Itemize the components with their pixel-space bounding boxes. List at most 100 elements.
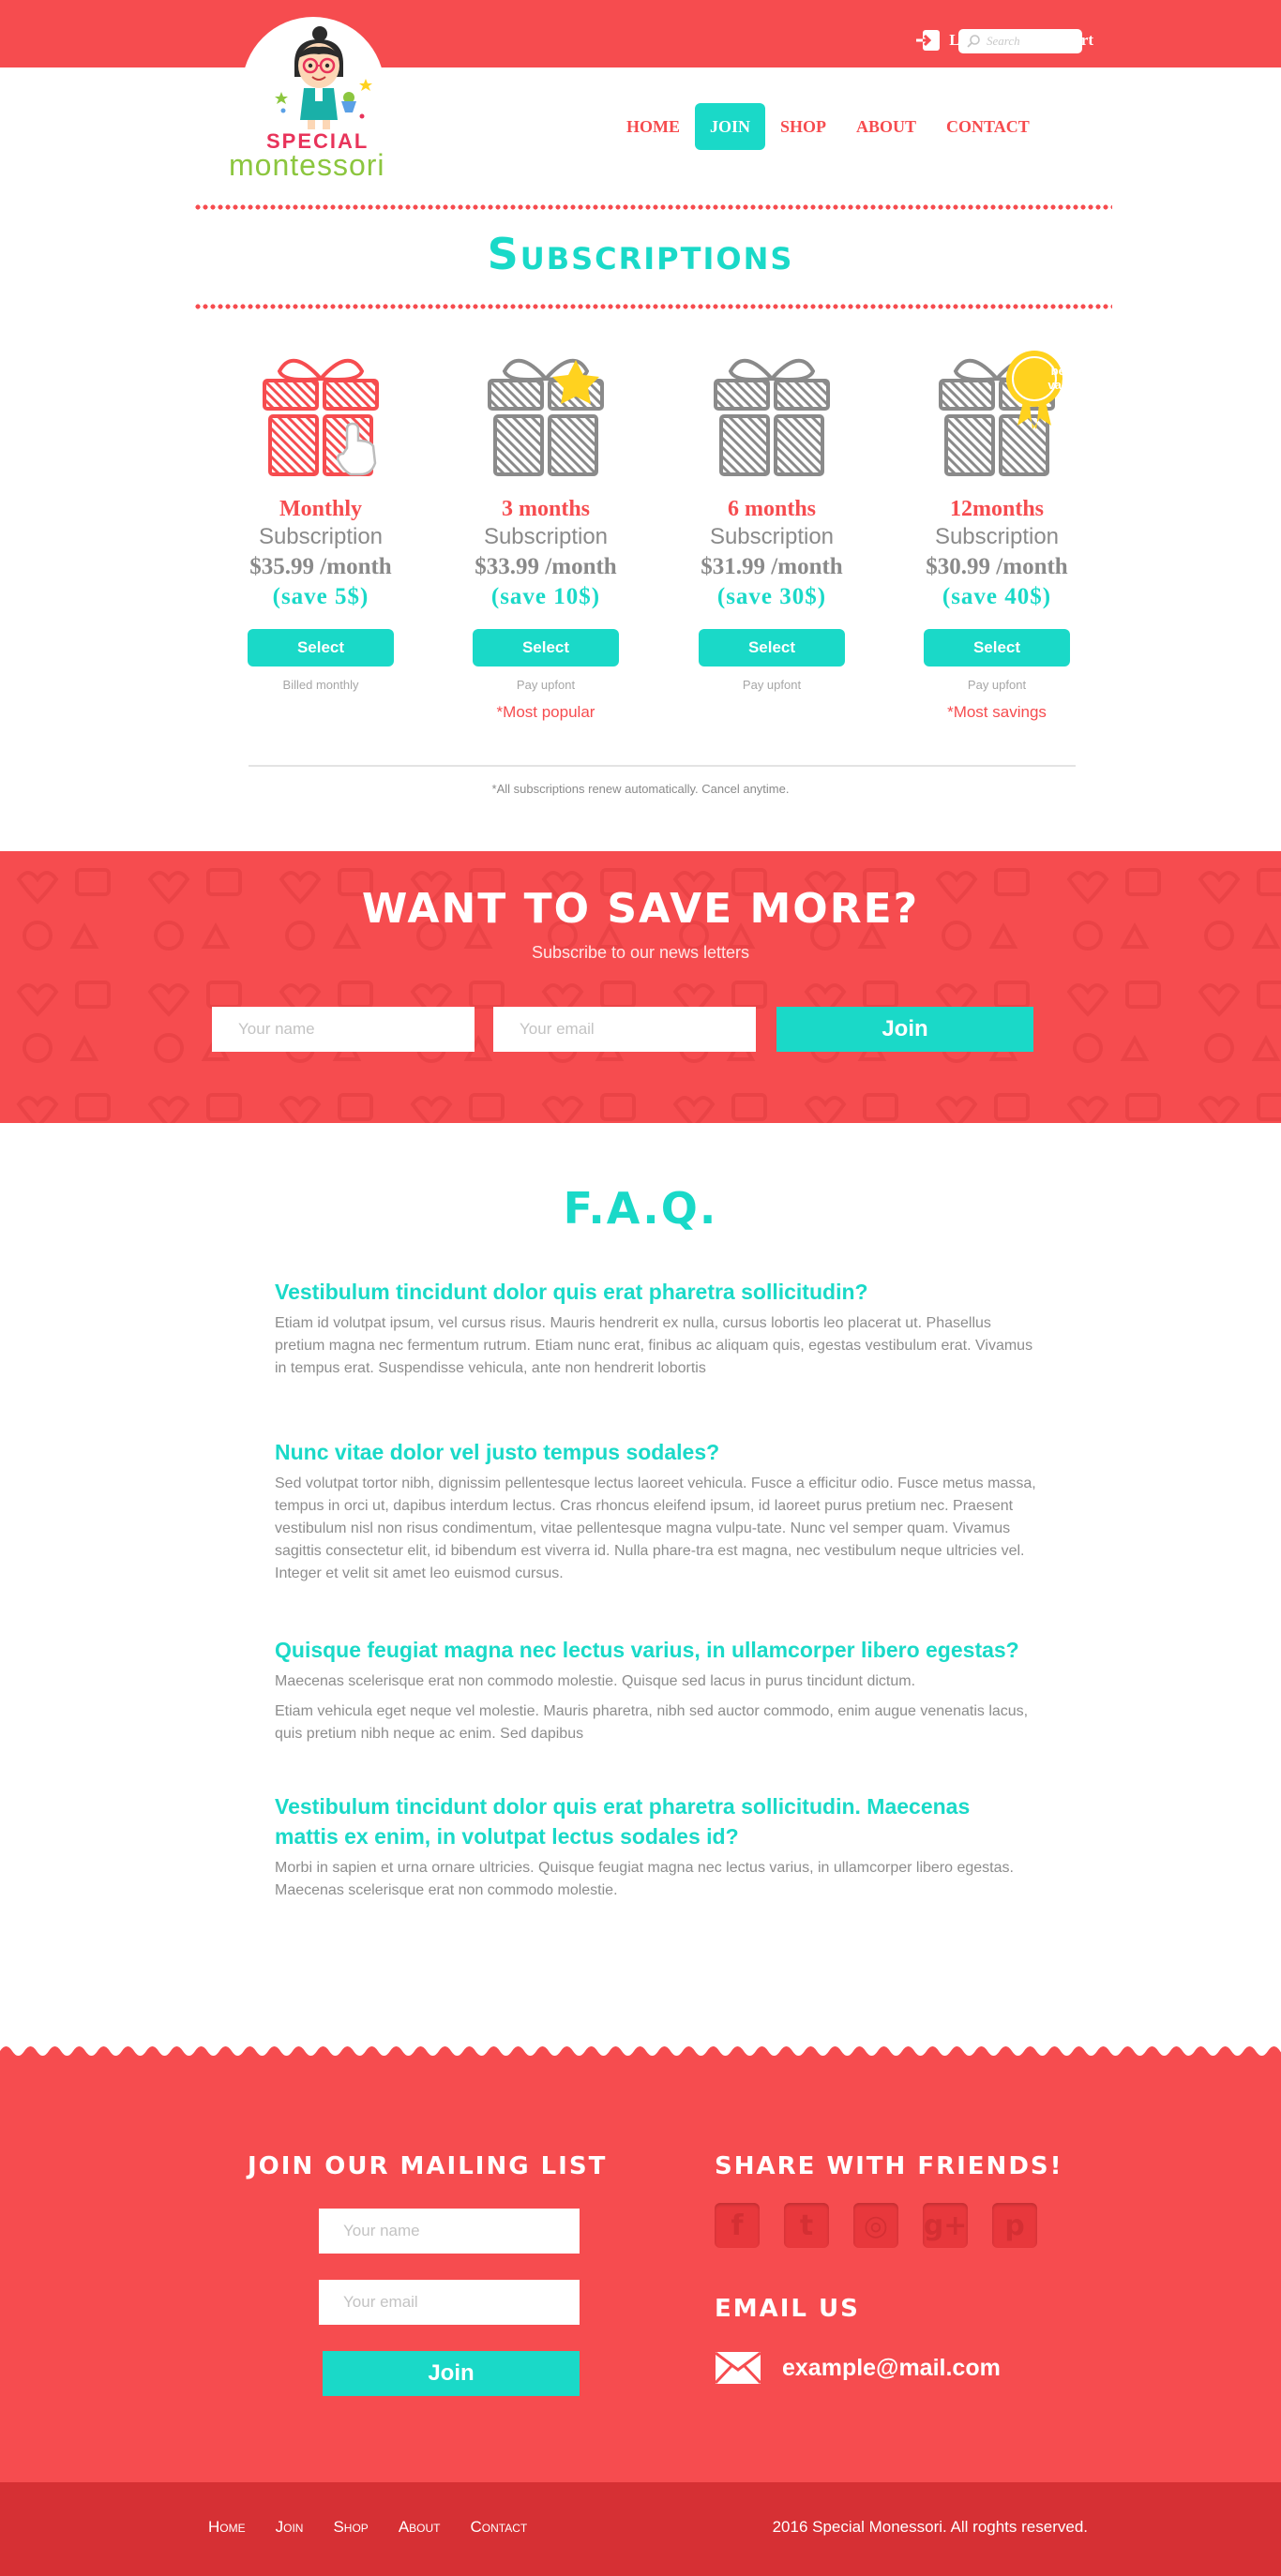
newsletter-band: Want to save more? Subscribe to our news… <box>0 851 1281 1123</box>
plan-subtitle: Subscription <box>709 524 835 549</box>
plans-note: *All subscriptions renew automatically. … <box>491 782 790 796</box>
plan-card: Monthly Subscription $35.99 /month (save… <box>218 337 424 692</box>
search-input[interactable] <box>987 34 1077 49</box>
share-title: Share with friends! <box>715 2152 1063 2180</box>
faq-answer: Sed volutpat tortor nibh, dignissim pell… <box>275 1475 1036 1581</box>
plan-savings: (save 30$) <box>716 584 827 609</box>
search-box <box>958 29 1082 53</box>
plan-savings: (save 40$) <box>942 584 1052 609</box>
faq-item: Vestibulum tincidunt dolor quis erat pha… <box>275 1277 1036 1380</box>
bottom-bar: Home Join Shop About Contact 2016 Specia… <box>0 2482 1281 2576</box>
plan-billing: Pay upfont <box>516 678 576 692</box>
email-link[interactable]: example@mail.com <box>715 2351 1001 2385</box>
faq-question: Vestibulum tincidunt dolor quis erat pha… <box>275 1280 868 1304</box>
email-title: Email us <box>715 2295 860 2323</box>
faq-answer: Morbi in sapien et urna ornare ultricies… <box>275 1860 1014 1898</box>
plan-card: best value 12months Subscription $30.99 … <box>894 337 1100 722</box>
footer-link-shop[interactable]: Shop <box>333 2518 368 2537</box>
plan-name: 3 months <box>501 497 591 521</box>
plan-billing: Pay upfont <box>742 678 802 692</box>
plan-card: 3 months Subscription $33.99 /month (sav… <box>443 337 649 722</box>
faq-item: Vestibulum tincidunt dolor quis erat pha… <box>275 1791 1036 1902</box>
plan-name: 12months <box>949 497 1045 521</box>
plan-billing: Pay upfont <box>967 678 1027 692</box>
select-plan-button[interactable]: Select <box>699 629 845 666</box>
footer-nav: Home Join Shop About Contact <box>208 2518 527 2537</box>
faq-question: Nunc vitae dolor vel justo tempus sodale… <box>275 1440 720 1464</box>
gift-illustration: best value <box>894 337 1100 497</box>
plan-subtitle: Subscription <box>483 524 609 549</box>
faq-title: F.A.Q. <box>563 1183 718 1234</box>
gift-illustration <box>669 337 875 497</box>
plan-price: $33.99 /month <box>475 554 617 579</box>
newsletter-subtitle: Subscribe to our news letters <box>531 943 750 962</box>
plan-price: $30.99 /month <box>926 554 1068 579</box>
copyright: 2016 Special Monessori. All roghts reser… <box>772 2518 1088 2536</box>
plans-divider <box>249 765 1076 767</box>
twitter-icon[interactable]: t <box>784 2203 829 2248</box>
select-plan-button[interactable]: Select <box>248 629 394 666</box>
footer-name-input[interactable] <box>319 2209 580 2254</box>
gift-illustration <box>443 337 649 497</box>
google-plus-icon[interactable]: g+ <box>923 2203 968 2248</box>
facebook-icon[interactable]: f <box>715 2203 760 2248</box>
logo-text-montessori: montessori <box>229 148 385 182</box>
faq-question: Quisque feugiat magna nec lectus varius,… <box>275 1638 1019 1662</box>
plan-name: Monthly <box>279 497 362 521</box>
faq-item: Nunc vitae dolor vel justo tempus sodale… <box>275 1437 1036 1585</box>
newsletter-title: Want to save more? <box>361 885 920 933</box>
faq-question: Vestibulum tincidunt dolor quis erat pha… <box>275 1794 971 1849</box>
newsletter-name-input[interactable] <box>212 1007 475 1052</box>
social-links: f t ◎ g+ p <box>715 2203 1037 2248</box>
instagram-icon[interactable]: ◎ <box>853 2203 898 2248</box>
plan-subtitle: Subscription <box>258 524 384 549</box>
faq-answer: Etiam id volutpat ipsum, vel cursus risu… <box>275 1315 1033 1376</box>
plan-price: $31.99 /month <box>701 554 843 579</box>
footer: Join our mailing list Join Share with fr… <box>0 2060 1281 2482</box>
nav-about[interactable]: ABOUT <box>841 103 931 150</box>
mailing-list-title: Join our mailing list <box>248 2152 608 2180</box>
footer-link-join[interactable]: Join <box>276 2518 304 2537</box>
gift-icon <box>488 358 604 476</box>
envelope-icon <box>715 2351 761 2385</box>
gift-icon-highlighted <box>263 358 379 476</box>
footer-join-button[interactable]: Join <box>323 2351 580 2396</box>
plan-card: 6 months Subscription $31.99 /month (sav… <box>669 337 875 692</box>
plan-subtitle: Subscription <box>934 524 1060 549</box>
login-icon <box>916 30 941 51</box>
faq-answer: Maecenas scelerisque erat non commodo mo… <box>275 1673 916 1689</box>
plan-tag: *Most savings <box>947 703 1047 721</box>
dotted-divider-top <box>194 204 1112 210</box>
best-value-badge-label: best value <box>1047 364 1079 392</box>
newsletter-email-input[interactable] <box>493 1007 756 1052</box>
footer-link-contact[interactable]: Contact <box>471 2518 528 2537</box>
plan-tag: *Most popular <box>496 703 595 721</box>
dotted-divider-bottom <box>194 304 1112 309</box>
nav-shop[interactable]: SHOP <box>765 103 841 150</box>
gift-illustration <box>218 337 424 497</box>
plan-savings: (save 5$) <box>272 584 369 609</box>
faq-answer: Etiam vehicula eget neque vel molestie. … <box>275 1703 1029 1742</box>
plan-billing: Billed monthly <box>282 678 359 692</box>
footer-link-home[interactable]: Home <box>208 2518 246 2537</box>
pinterest-icon[interactable]: p <box>992 2203 1037 2248</box>
main-nav: HOME JOIN SHOP ABOUT CONTACT <box>611 103 1045 150</box>
footer-email-input[interactable] <box>319 2280 580 2325</box>
select-plan-button[interactable]: Select <box>473 629 619 666</box>
plan-savings: (save 10$) <box>490 584 601 609</box>
nav-join[interactable]: JOIN <box>695 103 766 150</box>
gift-icon <box>714 358 830 476</box>
plan-name: 6 months <box>727 497 817 521</box>
footer-link-about[interactable]: About <box>399 2518 441 2537</box>
nav-home[interactable]: HOME <box>611 103 695 150</box>
teacher-mascot-icon <box>275 26 372 129</box>
nav-contact[interactable]: CONTACT <box>931 103 1045 150</box>
plan-price: $35.99 /month <box>249 554 392 579</box>
logo[interactable]: SPECIAL montessori <box>225 26 413 184</box>
email-address: example@mail.com <box>782 2354 1001 2381</box>
newsletter-join-button[interactable]: Join <box>776 1007 1033 1052</box>
select-plan-button[interactable]: Select <box>924 629 1070 666</box>
search-icon <box>967 35 980 48</box>
faq-item: Quisque feugiat magna nec lectus varius,… <box>275 1635 1036 1745</box>
page-title: Subscriptions <box>487 229 794 279</box>
